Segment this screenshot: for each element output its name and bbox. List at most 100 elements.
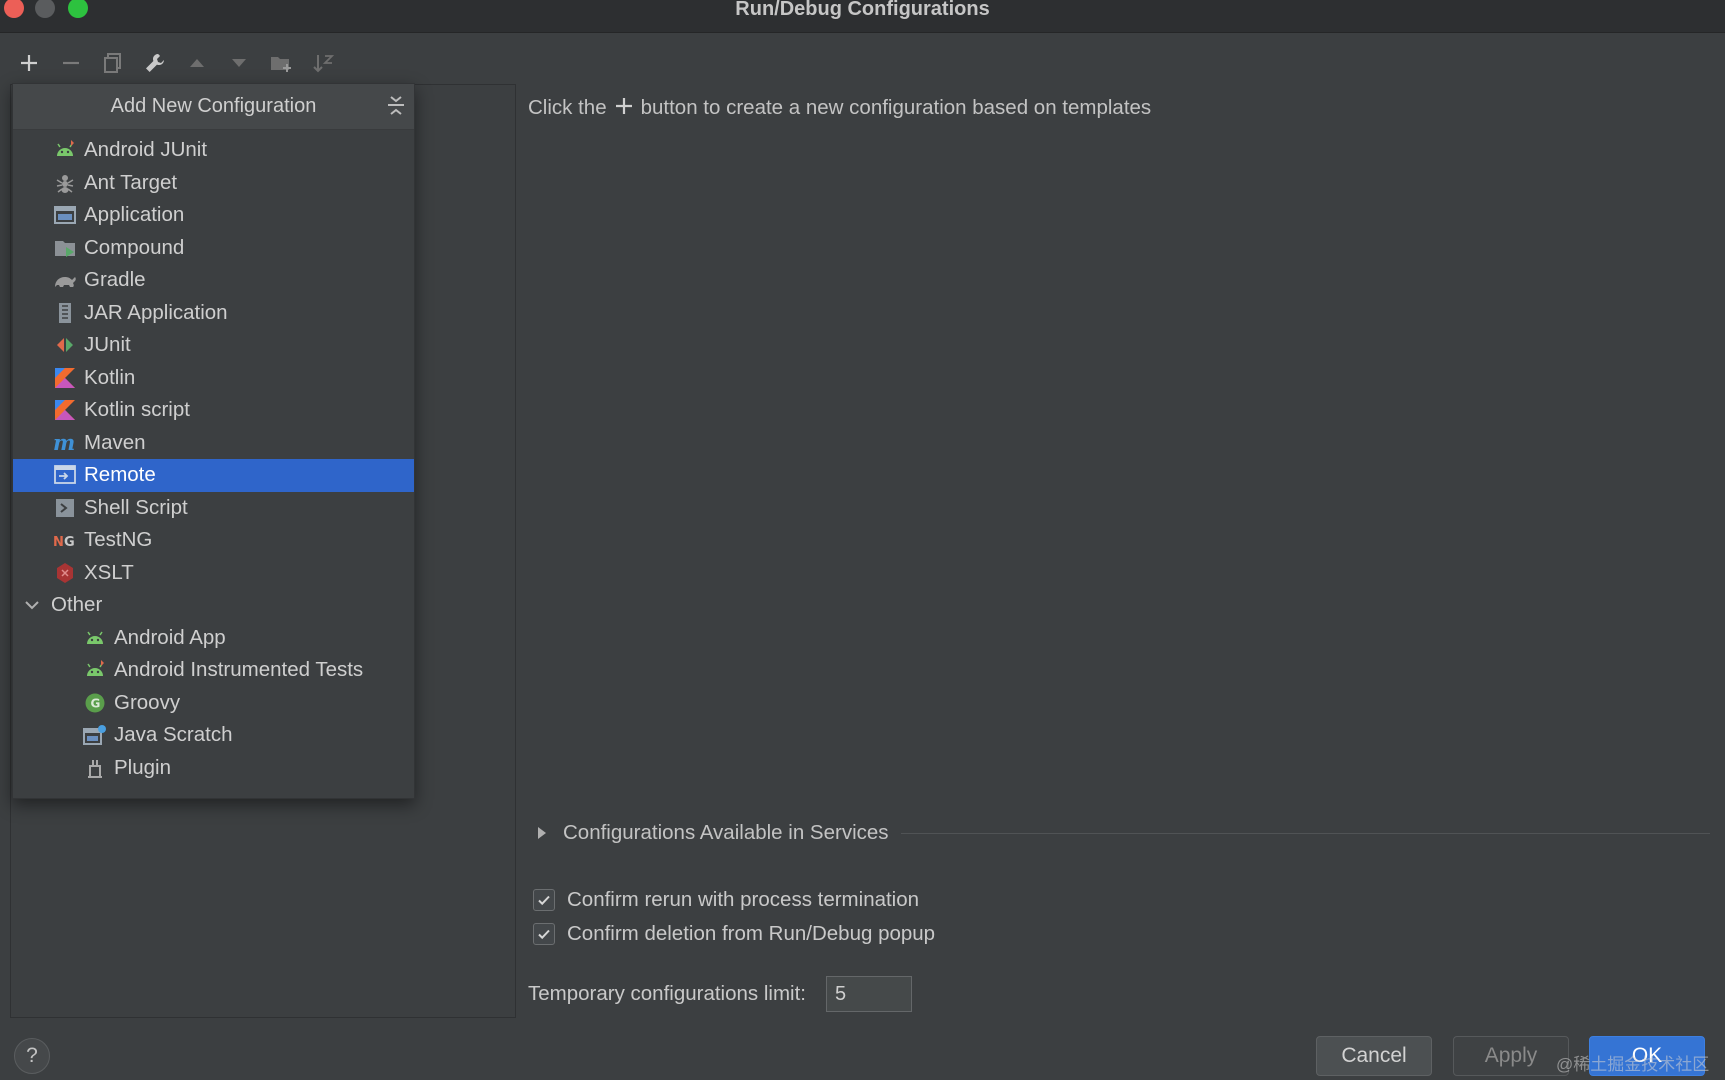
list-item-android-instrumented-tests[interactable]: Android Instrumented Tests (13, 654, 414, 687)
kotlin-icon (53, 398, 77, 422)
move-up-button[interactable] (182, 48, 212, 78)
empty-state-hint: Click the button to create a new configu… (528, 94, 1151, 122)
section-divider (900, 832, 1710, 834)
title-bar: Run/Debug Configurations (0, 0, 1725, 33)
popup-header: Add New Configuration (13, 84, 414, 130)
groovy-icon: G (83, 691, 107, 715)
hint-text-before: Click the (528, 96, 607, 119)
list-item-remote[interactable]: Remote (13, 459, 414, 492)
list-item-label: TestNG (84, 528, 153, 552)
remove-configuration-button[interactable] (56, 48, 86, 78)
plus-icon (21, 55, 37, 71)
wrench-icon (146, 53, 165, 72)
list-item-jar-application[interactable]: JAR Application (13, 297, 414, 330)
watermark: @稀土掘金技术社区 (1556, 1055, 1710, 1074)
tree-group-label: Other (51, 593, 103, 617)
move-into-folder-button[interactable] (266, 48, 296, 78)
list-item-kotlin[interactable]: Kotlin (13, 362, 414, 395)
edit-templates-button[interactable] (140, 48, 170, 78)
svg-text:m: m (53, 432, 75, 454)
testng-icon: NG (53, 528, 77, 552)
list-item-label: Android App (114, 625, 226, 649)
services-section[interactable]: Configurations Available in Services (535, 818, 1710, 848)
list-item-java-scratch[interactable]: Java Scratch (13, 719, 414, 752)
temporary-limit-label: Temporary configurations limit: (528, 982, 806, 1005)
confirm-rerun-option[interactable]: Confirm rerun with process termination (533, 888, 919, 912)
list-item-label: Application (84, 203, 185, 227)
remote-icon (53, 463, 77, 487)
chevron-right-icon[interactable] (535, 826, 549, 840)
checkmark-icon (538, 895, 550, 906)
confirm-rerun-checkbox[interactable] (533, 889, 555, 911)
cancel-button[interactable]: Cancel (1316, 1036, 1432, 1076)
hint-text-after: button to create a new configuration bas… (640, 96, 1152, 119)
svg-text:G: G (91, 696, 101, 710)
minus-icon (63, 61, 79, 65)
list-item-junit[interactable]: JUnit (13, 329, 414, 362)
jar-icon (53, 301, 77, 325)
svg-text:N: N (53, 535, 64, 550)
list-item-xslt[interactable]: XSLT (13, 557, 414, 590)
list-item-label: Maven (84, 430, 146, 454)
list-item-label: Android JUnit (84, 138, 208, 162)
list-item-shell-script[interactable]: Shell Script (13, 492, 414, 525)
confirm-deletion-label: Confirm deletion from Run/Debug popup (567, 922, 936, 945)
collapse-all-icon[interactable] (386, 94, 406, 118)
kotlin-icon (53, 366, 77, 390)
list-item-label: Remote (84, 463, 156, 487)
arrow-up-icon (190, 59, 204, 67)
checkmark-icon (538, 929, 550, 940)
list-item-label: XSLT (84, 560, 134, 584)
compound-icon (53, 236, 77, 260)
list-item-gradle[interactable]: Gradle (13, 264, 414, 297)
list-item-kotlin-script[interactable]: Kotlin script (13, 394, 414, 427)
list-item-ant-target[interactable]: Ant Target (13, 167, 414, 200)
list-item-label: Android Instrumented Tests (114, 658, 364, 682)
android-junit-icon (53, 138, 77, 162)
folder-add-icon (271, 57, 291, 72)
list-item-label: JAR Application (84, 300, 228, 324)
java-scratch-icon (83, 723, 107, 747)
android-icon (83, 626, 107, 650)
arrow-down-icon (232, 59, 246, 67)
list-item-label: Groovy (114, 690, 181, 714)
move-down-button[interactable] (224, 48, 254, 78)
chevron-down-icon[interactable] (23, 596, 41, 614)
list-item-label: Plugin (114, 755, 171, 779)
temporary-limit-row: Temporary configurations limit: (528, 976, 912, 1012)
list-item-label: Shell Script (84, 495, 188, 519)
list-item-label: Gradle (84, 268, 146, 292)
toolbar (14, 48, 338, 80)
window-title: Run/Debug Configurations (735, 0, 990, 20)
help-button[interactable]: ? (14, 1038, 50, 1074)
list-item-label: JUnit (84, 333, 131, 357)
list-item-maven[interactable]: m Maven (13, 427, 414, 460)
apply-button[interactable]: Apply (1453, 1036, 1569, 1076)
sort-icon (313, 55, 334, 73)
gradle-icon (53, 268, 77, 292)
list-item-compound[interactable]: Compound (13, 232, 414, 265)
list-item-groovy[interactable]: G Groovy (13, 687, 414, 720)
sort-configurations-button[interactable] (308, 48, 338, 78)
list-item-plugin[interactable]: Plugin (13, 752, 414, 785)
services-section-label: Configurations Available in Services (563, 821, 889, 844)
ant-icon (53, 171, 77, 195)
confirm-deletion-checkbox[interactable] (533, 923, 555, 945)
confirm-deletion-option[interactable]: Confirm deletion from Run/Debug popup (533, 922, 935, 946)
junit-icon (53, 333, 77, 357)
copy-configuration-button[interactable] (98, 48, 128, 78)
shell-script-icon (53, 496, 77, 520)
list-item-label: Java Scratch (114, 723, 233, 747)
add-configuration-button[interactable] (14, 48, 44, 78)
list-item-android-junit[interactable]: Android JUnit (13, 134, 414, 167)
add-new-configuration-popup: Add New Configuration Android JUnit Ant … (12, 83, 415, 799)
xslt-icon (53, 561, 77, 585)
tree-group-other[interactable]: Other (13, 589, 414, 622)
list-item-android-app[interactable]: Android App (13, 622, 414, 655)
svg-text:G: G (64, 535, 75, 550)
list-item-application[interactable]: Application (13, 199, 414, 232)
list-item-testng[interactable]: NG TestNG (13, 524, 414, 557)
temporary-limit-input[interactable] (826, 976, 912, 1012)
application-icon (53, 203, 77, 227)
android-junit-icon (83, 658, 107, 682)
